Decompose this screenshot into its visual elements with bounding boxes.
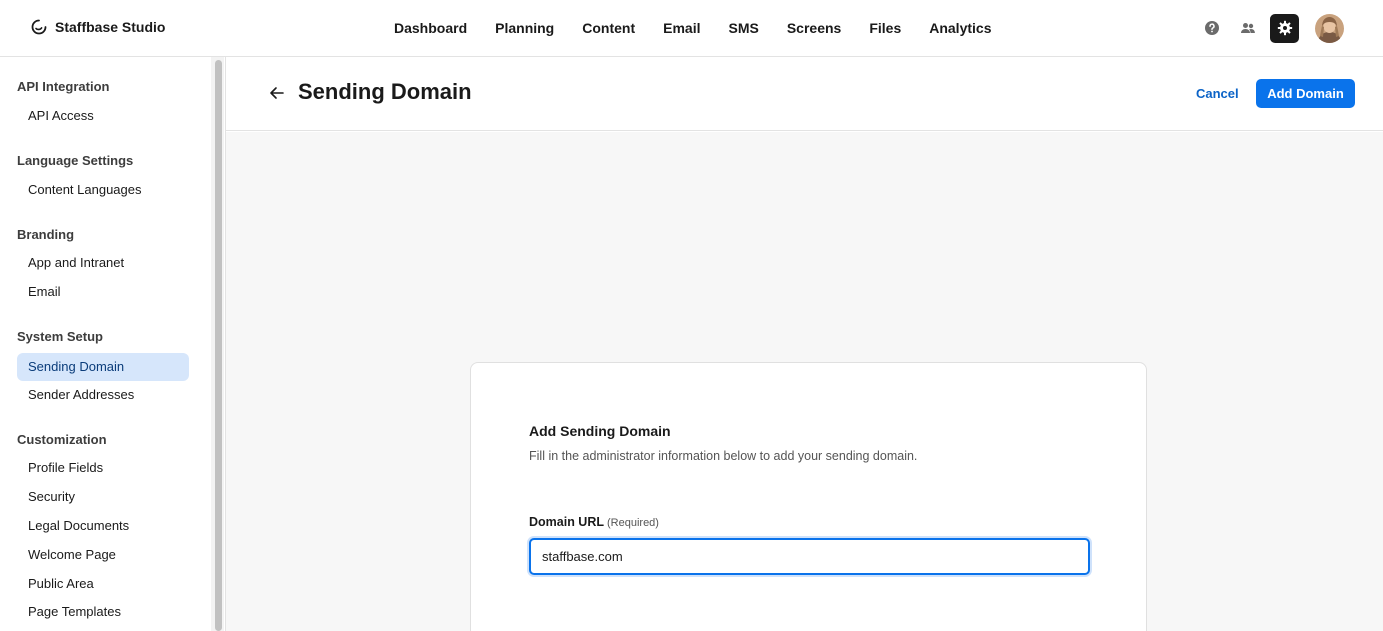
sidebar-item-security[interactable]: Security — [17, 483, 189, 511]
sidebar-item-public-area[interactable]: Public Area — [17, 570, 189, 598]
sidebar-item-profile-fields[interactable]: Profile Fields — [17, 454, 189, 482]
sidebar-group-system-setup: System Setup — [17, 329, 103, 344]
sidebar-scrollbar-thumb[interactable] — [215, 60, 222, 631]
help-icon — [1205, 21, 1219, 35]
brand-name: Staffbase Studio — [55, 19, 166, 35]
nav-item-files[interactable]: Files — [855, 20, 915, 36]
sidebar-group-branding: Branding — [17, 227, 75, 242]
nav-item-sms[interactable]: SMS — [715, 20, 773, 36]
add-domain-card: Add Sending Domain Fill in the administr… — [470, 362, 1147, 631]
main-nav: Dashboard Planning Content Email SMS Scr… — [380, 0, 1005, 56]
sidebar-group-language-settings: Language Settings — [17, 153, 134, 168]
settings-button[interactable] — [1270, 13, 1299, 43]
nav-item-analytics[interactable]: Analytics — [915, 20, 1005, 36]
cancel-button[interactable]: Cancel — [1184, 79, 1251, 108]
page-title: Sending Domain — [298, 79, 472, 104]
sidebar-group-api-integration: API Integration — [17, 79, 110, 94]
brand[interactable]: Staffbase Studio — [31, 19, 165, 35]
card-description: Fill in the administrator information be… — [529, 449, 918, 463]
required-hint: (Required) — [607, 517, 659, 529]
nav-item-content[interactable]: Content — [568, 20, 649, 36]
nav-item-email[interactable]: Email — [649, 20, 714, 36]
main-content: Add Sending Domain Fill in the administr… — [226, 132, 1383, 631]
sidebar-item-welcome-page[interactable]: Welcome Page — [17, 541, 189, 569]
nav-item-screens[interactable]: Screens — [773, 20, 855, 36]
arrow-left-icon — [270, 87, 284, 99]
domain-url-label: Domain URL (Required) — [529, 515, 659, 529]
domain-url-label-text: Domain URL — [529, 515, 604, 529]
gear-icon — [1277, 20, 1292, 36]
settings-sidebar: API Integration API Access Language Sett… — [0, 57, 226, 631]
avatar[interactable] — [1315, 13, 1344, 43]
sidebar-item-sending-domain[interactable]: Sending Domain — [17, 353, 189, 381]
help-button[interactable] — [1197, 13, 1227, 43]
sidebar-item-content-languages[interactable]: Content Languages — [17, 176, 189, 204]
sidebar-item-page-templates[interactable]: Page Templates — [17, 598, 189, 626]
add-domain-button[interactable]: Add Domain — [1256, 79, 1355, 108]
nav-item-dashboard[interactable]: Dashboard — [380, 20, 481, 36]
sidebar-item-api-access[interactable]: API Access — [17, 102, 189, 130]
sidebar-item-app-and-intranet[interactable]: App and Intranet — [17, 249, 189, 277]
card-title: Add Sending Domain — [529, 423, 671, 439]
avatar-image — [1315, 13, 1344, 43]
top-navigation-bar: Staffbase Studio Dashboard Planning Cont… — [0, 0, 1383, 57]
page-header: Sending Domain Cancel Add Domain — [226, 57, 1383, 131]
staffbase-logo-icon — [31, 19, 47, 35]
sidebar-group-customization: Customization — [17, 432, 107, 447]
sidebar-item-sender-addresses[interactable]: Sender Addresses — [17, 381, 189, 409]
nav-item-planning[interactable]: Planning — [481, 20, 568, 36]
top-actions — [1191, 13, 1344, 43]
domain-url-input[interactable] — [529, 538, 1090, 575]
users-button[interactable] — [1233, 13, 1263, 43]
back-button[interactable] — [266, 82, 288, 104]
users-icon — [1241, 23, 1255, 33]
sidebar-item-legal-documents[interactable]: Legal Documents — [17, 512, 189, 540]
sidebar-item-email[interactable]: Email — [17, 278, 189, 306]
